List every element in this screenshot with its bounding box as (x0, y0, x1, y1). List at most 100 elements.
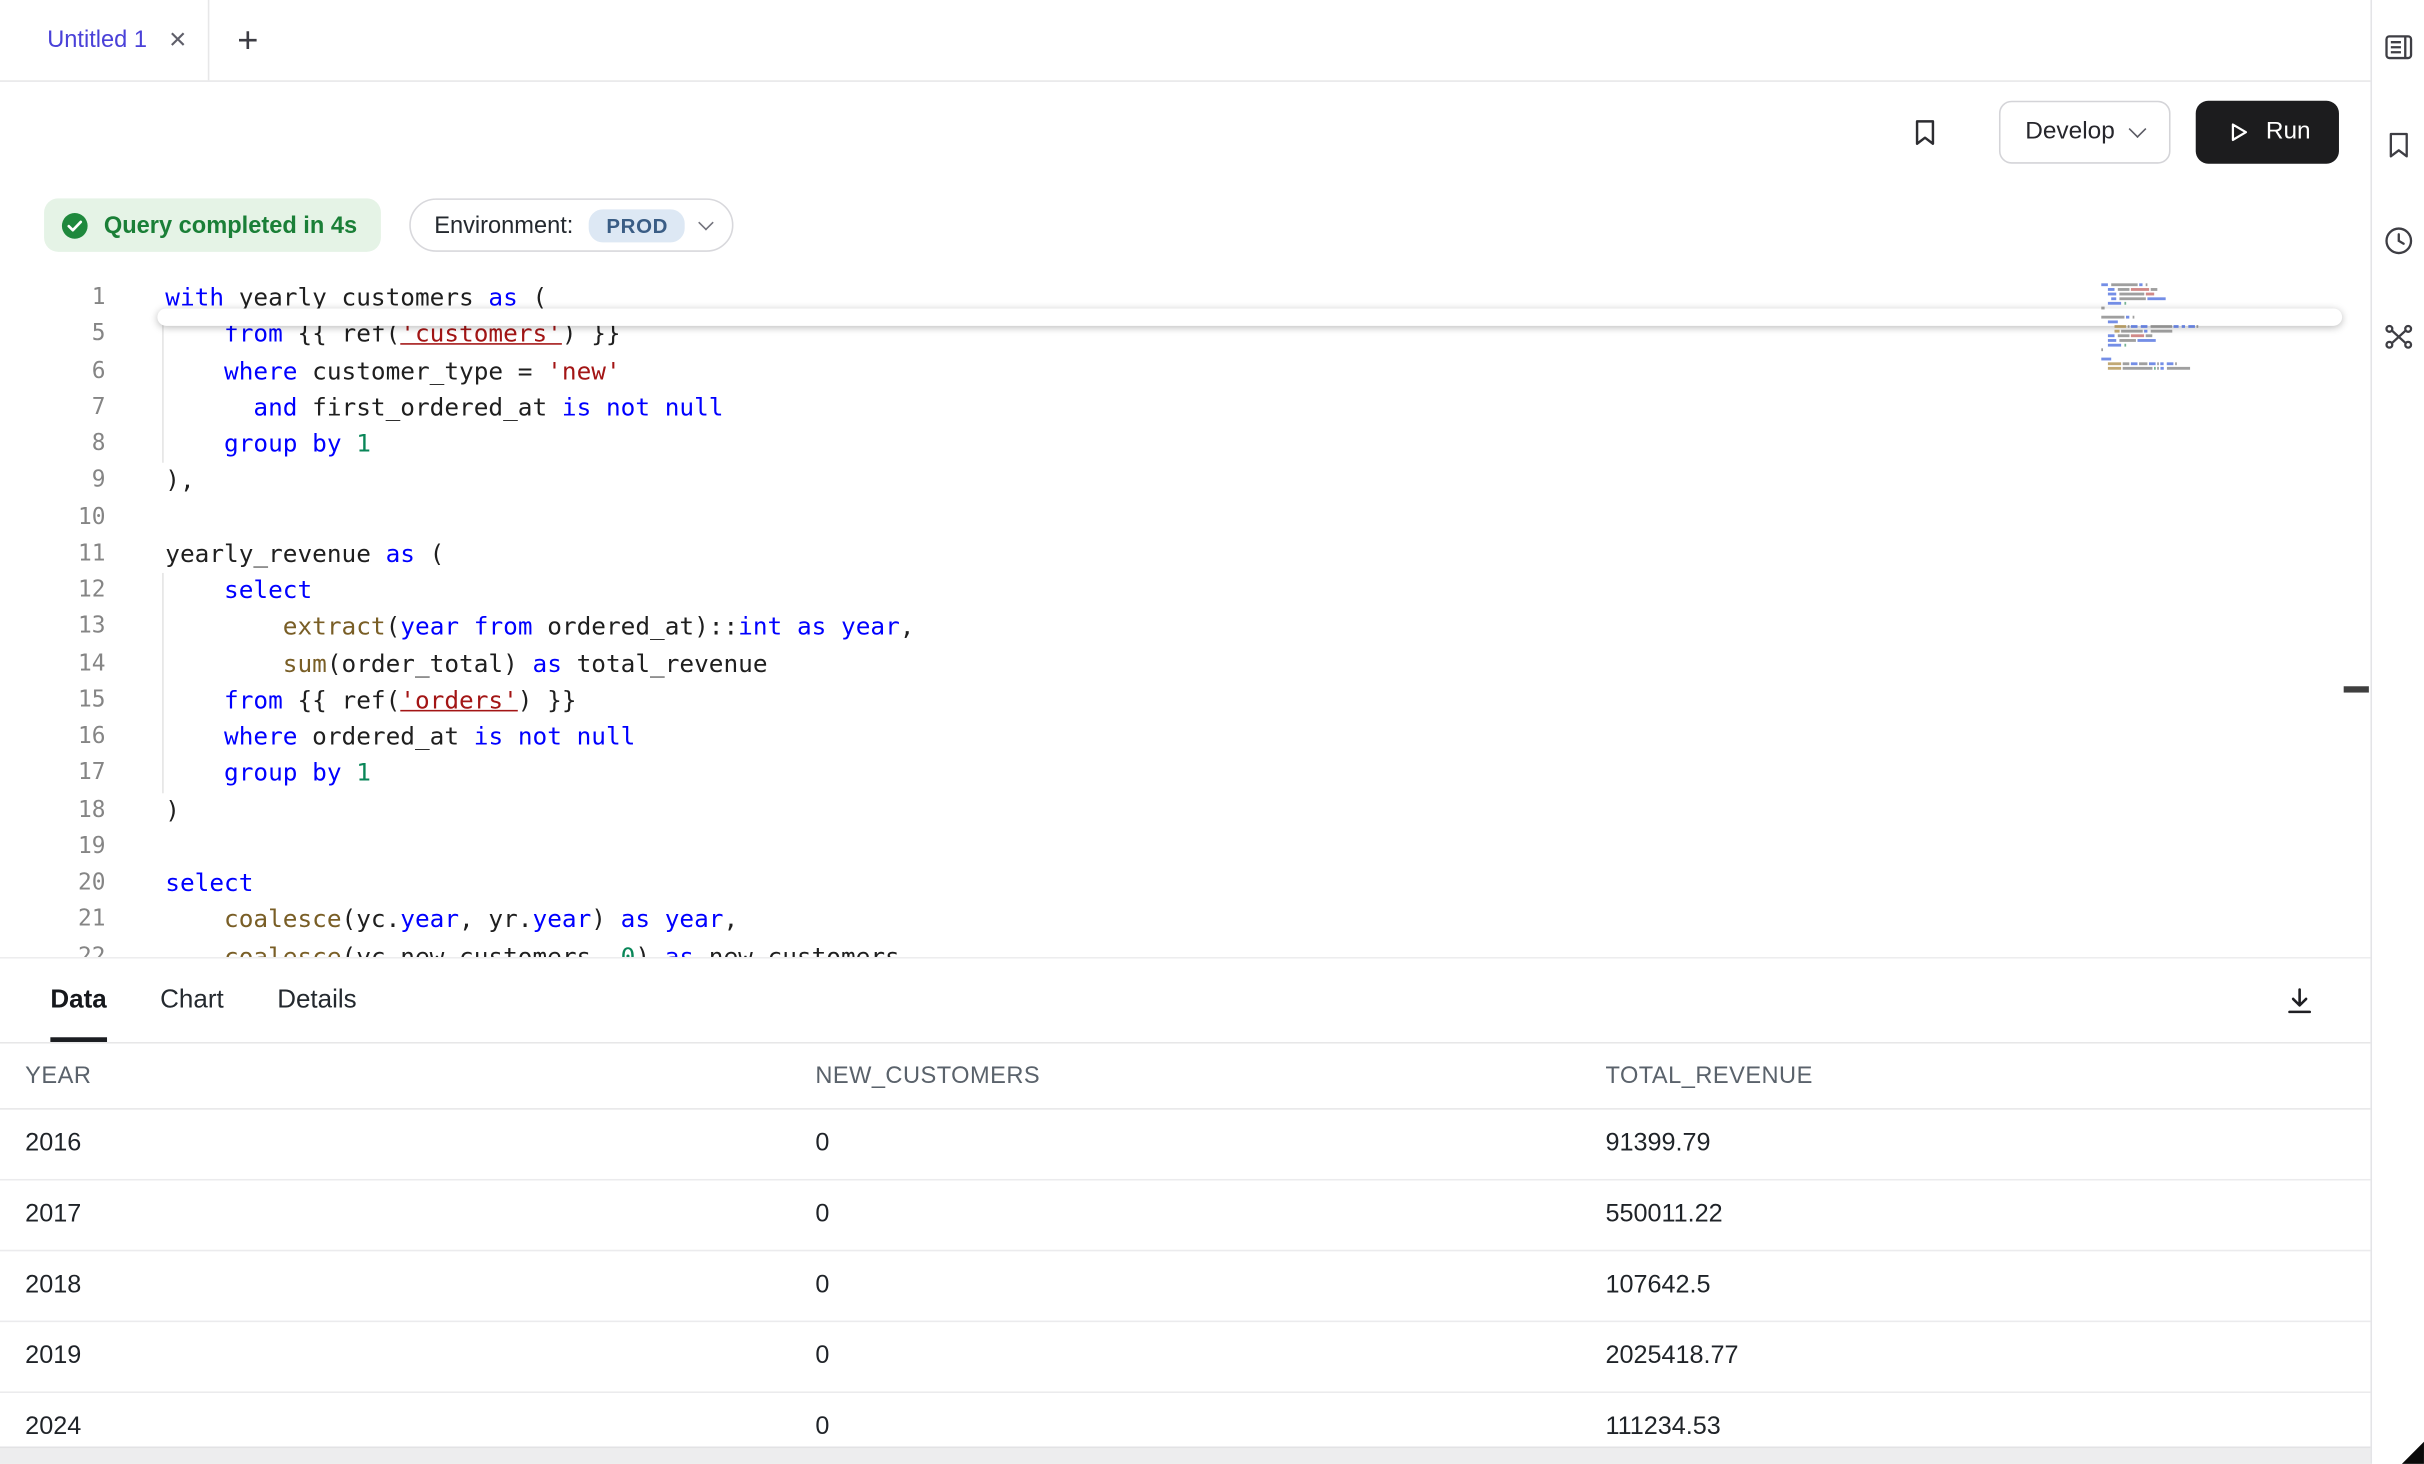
code-line[interactable]: 6 where customer_type = 'new' (0, 353, 2370, 390)
code-token: as (797, 613, 826, 641)
play-icon (2223, 118, 2251, 146)
environment-selector[interactable]: Environment: PROD (409, 198, 734, 252)
line-number: 5 (0, 317, 105, 354)
code-line[interactable]: 7 and first_ordered_at is not null (0, 390, 2370, 427)
close-icon[interactable]: × (169, 25, 186, 55)
code-token: and (253, 393, 297, 421)
results-tab-data[interactable]: Data (50, 959, 106, 1042)
results-tab-chart[interactable]: Chart (160, 959, 224, 1042)
code-line[interactable]: 9), (0, 463, 2370, 500)
code-token (782, 613, 797, 641)
code-token: as (488, 283, 517, 311)
code-token: ordered_at):: (533, 613, 739, 641)
code-token (165, 722, 224, 750)
code-line[interactable]: 19 (0, 829, 2370, 866)
run-button[interactable]: Run (2195, 101, 2339, 164)
minimap[interactable] (2098, 280, 2230, 374)
code-token: first_ordered_at (297, 393, 561, 421)
lineage-panel-icon[interactable] (2379, 28, 2417, 66)
tab-untitled-1[interactable]: Untitled 1 × (0, 0, 210, 80)
line-number: 13 (0, 610, 105, 647)
line-number: 15 (0, 683, 105, 720)
code-line[interactable]: 21 coalesce(yc.year, yr.year) as year, (0, 902, 2370, 939)
code-token (165, 759, 224, 787)
code-token: , (900, 613, 915, 641)
code-line[interactable]: 15 from {{ ref('orders') }} (0, 683, 2370, 720)
code-line[interactable]: 10 (0, 500, 2370, 537)
code-token (342, 759, 357, 787)
code-token: ( (415, 539, 444, 567)
code-line[interactable]: 18) (0, 793, 2370, 830)
table-cell: 550011.22 (1580, 1181, 2370, 1250)
code-line[interactable]: 14 sum(order_total) as total_revenue (0, 646, 2370, 683)
code-token: ) (635, 942, 664, 957)
query-status-pill: Query completed in 4s (44, 198, 381, 252)
app-root: Untitled 1 × + Develop Run (0, 0, 2424, 1464)
code-text: ) (165, 793, 180, 830)
code-text: group by 1 (165, 427, 371, 464)
results-horizontal-scrollbar[interactable] (0, 1447, 2370, 1464)
environment-badge: PROD (589, 209, 685, 242)
code-token: select (165, 869, 253, 897)
code-token: 'new' (547, 357, 620, 385)
editor-tab-bar: Untitled 1 × + (0, 0, 2370, 82)
table-row[interactable]: 20180107642.5 (0, 1251, 2370, 1322)
history-icon[interactable] (2379, 222, 2417, 260)
chevron-down-icon (2128, 120, 2146, 138)
indent-guide (162, 316, 164, 462)
code-text: where ordered_at is not null (165, 719, 635, 756)
download-icon[interactable] (2282, 984, 2317, 1019)
column-header[interactable]: YEAR (0, 1044, 790, 1109)
develop-button[interactable]: Develop (1998, 101, 2169, 164)
line-number: 17 (0, 756, 105, 793)
tab-title: Untitled 1 (47, 27, 147, 54)
code-text: select (165, 573, 312, 610)
dag-icon[interactable] (2379, 318, 2417, 356)
code-line[interactable]: 8 group by 1 (0, 427, 2370, 464)
new-tab-button[interactable]: + (210, 0, 286, 80)
code-line[interactable]: 13 extract(year from ordered_at)::int as… (0, 610, 2370, 647)
table-row[interactable]: 201902025418.77 (0, 1322, 2370, 1393)
code-token (165, 649, 283, 677)
code-token (165, 686, 224, 714)
bookmark-icon[interactable] (2379, 126, 2417, 164)
code-token (650, 905, 665, 933)
right-sidebar (2370, 0, 2424, 1464)
resize-corner (2402, 1442, 2424, 1464)
code-line[interactable]: 20select (0, 866, 2370, 903)
develop-label: Develop (2025, 118, 2115, 146)
results-tab-label: Data (50, 985, 106, 1015)
code-token: (yc. (342, 905, 401, 933)
line-number: 19 (0, 829, 105, 866)
code-text: coalesce(yc.year, yr.year) as year, (165, 902, 738, 939)
column-header[interactable]: NEW_CUSTOMERS (790, 1044, 1580, 1109)
code-line[interactable]: 17 group by 1 (0, 756, 2370, 793)
line-number: 12 (0, 573, 105, 610)
code-line[interactable]: 11yearly_revenue as ( (0, 536, 2370, 573)
bookmark-icon[interactable] (1907, 115, 1942, 150)
table-row[interactable]: 2016091399.79 (0, 1110, 2370, 1181)
code-token (165, 905, 224, 933)
status-bar: Query completed in 4s Environment: PROD (0, 183, 2370, 268)
code-token: where (224, 722, 297, 750)
code-token (826, 613, 841, 641)
line-number: 7 (0, 390, 105, 427)
line-number: 1 (0, 280, 105, 317)
code-line[interactable]: 16 where ordered_at is not null (0, 719, 2370, 756)
results-tab-details[interactable]: Details (277, 959, 356, 1042)
code-token: as (665, 942, 694, 957)
indent-guide (162, 573, 164, 793)
code-line[interactable]: 12 select (0, 573, 2370, 610)
line-number: 16 (0, 719, 105, 756)
code-token: (order_total) (327, 649, 533, 677)
column-header[interactable]: TOTAL_REVENUE (1580, 1044, 2370, 1109)
plus-icon: + (237, 19, 258, 61)
code-editor[interactable]: 1with yearly_customers as (5 from {{ ref… (0, 268, 2370, 957)
code-token (459, 613, 474, 641)
code-text: coalesce(yc.new_customers, 0) as new_cus… (165, 939, 914, 957)
code-line[interactable]: 22 coalesce(yc.new_customers, 0) as new_… (0, 939, 2370, 957)
code-token: is not null (474, 722, 636, 750)
horizontal-scrollbar-thumb[interactable] (157, 309, 2342, 326)
table-row[interactable]: 20170550011.22 (0, 1181, 2370, 1252)
code-token: from (474, 613, 533, 641)
